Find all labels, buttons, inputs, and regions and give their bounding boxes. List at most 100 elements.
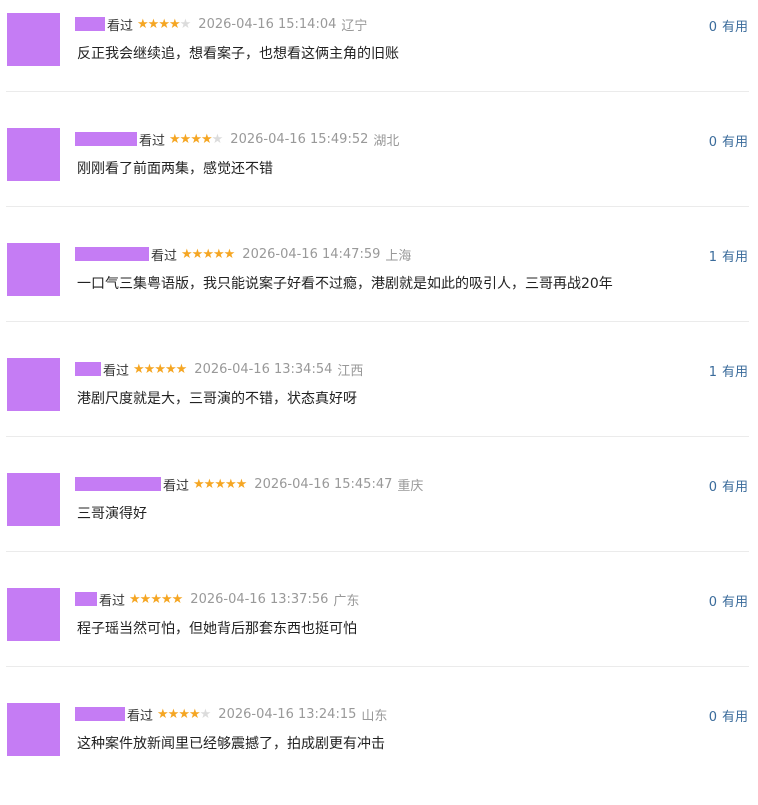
rating-stars: ★ ★ ★ ★ ★	[193, 476, 247, 492]
star-filled-icon: ★	[178, 706, 190, 722]
divider	[6, 551, 749, 552]
watch-status: 看过	[139, 133, 166, 149]
star-filled-icon: ★	[139, 591, 152, 607]
star-filled-icon: ★	[133, 361, 145, 377]
star-filled-icon: ★	[212, 246, 225, 262]
review-time: 2026-04-16 15:14:04	[198, 16, 337, 32]
review-comment: 港剧尺度就是大，三哥演的不错，状态真好呀	[77, 391, 357, 407]
avatar[interactable]	[7, 703, 60, 756]
divider	[6, 666, 749, 667]
review-comment: 一口气三集粤语版，我只能说案子好看不过瘾，港剧就是如此的吸引人，三哥再战20年	[77, 276, 613, 292]
star-filled-icon: ★	[190, 131, 202, 147]
star-filled-icon: ★	[150, 591, 162, 607]
useful-votes: 0 有用	[709, 131, 748, 150]
vote-count: 1	[708, 365, 717, 380]
star-filled-icon: ★	[171, 591, 184, 607]
review-location: 广东	[333, 593, 360, 609]
review-item: 看过 ★ ★ ★ ★ ★ 2026-04-16 13:34:54 江西 港剧尺度就是大，三哥演的…	[0, 345, 758, 460]
star-empty-icon: ★	[199, 706, 212, 722]
watch-status: 看过	[151, 248, 178, 264]
review-time: 2026-04-16 14:47:59	[242, 246, 381, 262]
divider	[6, 206, 749, 207]
useful-button[interactable]: 有用	[722, 20, 748, 35]
useful-votes: 0 有用	[709, 476, 748, 495]
review-comment: 刚刚看了前面两集，感觉还不错	[77, 161, 273, 177]
star-filled-icon: ★	[188, 706, 201, 722]
avatar[interactable]	[7, 128, 60, 181]
watch-status: 看过	[103, 363, 130, 379]
star-filled-icon: ★	[158, 16, 170, 32]
review-item: 看过 ★ ★ ★ ★ ★ 2026-04-16 13:37:56 广东 程子瑶当然可怕，但她背后…	[0, 575, 758, 690]
vote-count: 1	[708, 250, 717, 265]
review-item: 看过 ★ ★ ★ ★ ★ 2026-04-16 13:24:15 山东 这种案件放新闻里已经够震…	[0, 690, 758, 805]
review-time: 2026-04-16 13:37:56	[190, 591, 329, 607]
star-filled-icon: ★	[164, 361, 177, 377]
avatar[interactable]	[7, 358, 60, 411]
review-comment: 程子瑶当然可怕，但她背后那套东西也挺可怕	[77, 621, 357, 637]
star-filled-icon: ★	[203, 476, 216, 492]
star-filled-icon: ★	[191, 246, 204, 262]
useful-votes: 0 有用	[709, 591, 748, 610]
review-meta: 看过 ★ ★ ★ ★ ★ 2026-04-16 15:14:04 辽宁	[75, 15, 367, 34]
vote-count: 0	[708, 710, 717, 725]
username-redacted[interactable]	[75, 707, 125, 721]
watch-status: 看过	[107, 18, 134, 34]
review-location: 上海	[385, 248, 412, 264]
star-filled-icon: ★	[157, 706, 169, 722]
avatar[interactable]	[7, 243, 60, 296]
useful-button[interactable]: 有用	[722, 710, 748, 725]
review-time: 2026-04-16 15:45:47	[254, 476, 393, 492]
useful-button[interactable]: 有用	[722, 250, 748, 265]
vote-count: 0	[708, 595, 717, 610]
review-location: 湖北	[373, 133, 400, 149]
vote-count: 0	[708, 20, 717, 35]
username-redacted[interactable]	[75, 592, 97, 606]
star-filled-icon: ★	[147, 16, 160, 32]
review-time: 2026-04-16 13:24:15	[218, 706, 357, 722]
watch-status: 看过	[163, 478, 190, 494]
star-filled-icon: ★	[129, 591, 141, 607]
star-filled-icon: ★	[193, 476, 205, 492]
star-filled-icon: ★	[223, 246, 236, 262]
username-redacted[interactable]	[75, 477, 161, 491]
rating-stars: ★ ★ ★ ★ ★	[181, 246, 236, 262]
avatar[interactable]	[7, 473, 60, 526]
username-redacted[interactable]	[75, 362, 101, 376]
review-meta: 看过 ★ ★ ★ ★ ★ 2026-04-16 13:34:54 江西	[75, 360, 363, 379]
divider	[6, 321, 749, 322]
star-filled-icon: ★	[200, 131, 213, 147]
star-filled-icon: ★	[168, 16, 181, 32]
rating-stars: ★ ★ ★ ★ ★	[129, 591, 184, 607]
review-meta: 看过 ★ ★ ★ ★ ★ 2026-04-16 14:47:59 上海	[75, 245, 412, 264]
review-comment: 这种案件放新闻里已经够震撼了，拍成剧更有冲击	[77, 736, 385, 752]
star-filled-icon: ★	[214, 476, 226, 492]
avatar[interactable]	[7, 588, 60, 641]
review-meta: 看过 ★ ★ ★ ★ ★ 2026-04-16 13:37:56 广东	[75, 590, 360, 609]
star-filled-icon: ★	[175, 361, 188, 377]
rating-stars: ★ ★ ★ ★ ★	[169, 131, 223, 147]
star-filled-icon: ★	[160, 591, 173, 607]
useful-button[interactable]: 有用	[722, 135, 748, 150]
star-filled-icon: ★	[181, 246, 193, 262]
useful-button[interactable]: 有用	[722, 595, 748, 610]
review-item: 看过 ★ ★ ★ ★ ★ 2026-04-16 14:47:59 上海 一口气三集粤语版，我只能…	[0, 230, 758, 345]
username-redacted[interactable]	[75, 132, 137, 146]
divider	[6, 91, 749, 92]
review-location: 山东	[361, 708, 388, 724]
avatar[interactable]	[7, 13, 60, 66]
useful-votes: 0 有用	[709, 706, 748, 725]
star-filled-icon: ★	[143, 361, 156, 377]
star-filled-icon: ★	[137, 16, 149, 32]
username-redacted[interactable]	[75, 247, 149, 261]
star-filled-icon: ★	[167, 706, 180, 722]
review-meta: 看过 ★ ★ ★ ★ ★ 2026-04-16 13:24:15 山东	[75, 705, 388, 724]
star-filled-icon: ★	[202, 246, 214, 262]
star-filled-icon: ★	[169, 131, 181, 147]
review-location: 重庆	[397, 478, 424, 494]
username-redacted[interactable]	[75, 17, 105, 31]
watch-status: 看过	[99, 593, 126, 609]
useful-button[interactable]: 有用	[722, 365, 748, 380]
useful-button[interactable]: 有用	[722, 480, 748, 495]
review-time: 2026-04-16 15:49:52	[230, 131, 369, 147]
star-filled-icon: ★	[179, 131, 192, 147]
